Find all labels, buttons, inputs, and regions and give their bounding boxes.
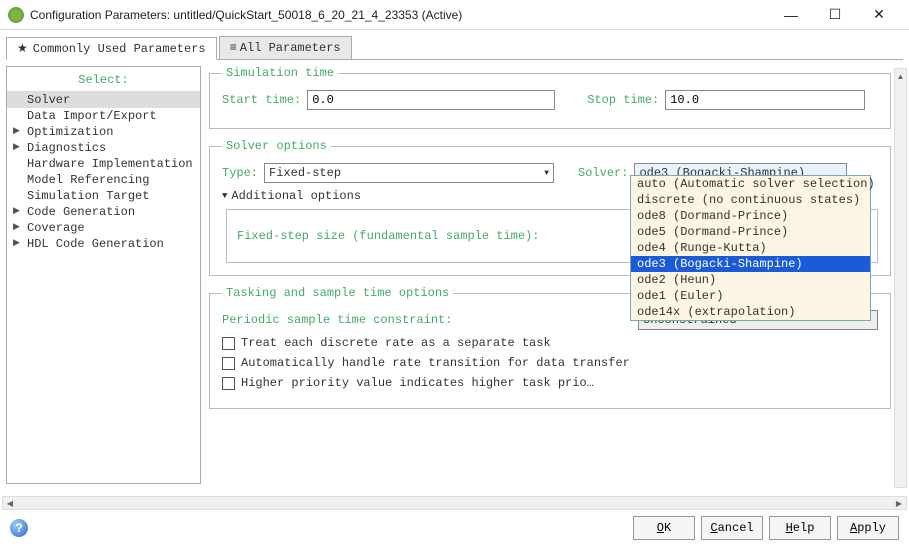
star-icon: ★ (17, 41, 28, 56)
tab-label: Commonly Used Parameters (33, 42, 206, 56)
scroll-up-icon: ▲ (895, 69, 906, 83)
group-legend: Solver options (222, 139, 331, 153)
start-time-label: Start time: (222, 93, 301, 107)
chevron-right-icon: ▶ (13, 126, 20, 136)
type-dropdown[interactable]: Fixed-step ▼ (264, 163, 554, 183)
fixed-step-label: Fixed-step size (fundamental sample time… (237, 229, 639, 243)
stop-time-input[interactable] (665, 90, 865, 110)
checkbox-label: Automatically handle rate transition for… (241, 356, 630, 370)
start-time-input[interactable] (307, 90, 555, 110)
solver-option[interactable]: ode2 (Heun) (631, 272, 870, 288)
solver-option[interactable]: auto (Automatic solver selection) (631, 176, 870, 192)
btn-label: K (664, 521, 671, 535)
solver-label: Solver: (578, 166, 628, 180)
help-icon[interactable]: ? (10, 519, 28, 537)
stop-time-label: Stop time: (587, 93, 659, 107)
apply-button[interactable]: Apply (837, 516, 899, 540)
tree-item-diagnostics[interactable]: ▶Diagnostics (7, 140, 200, 156)
footer: ? OK Cancel Help Apply (0, 510, 909, 546)
tree-item-coverage[interactable]: ▶Coverage (7, 220, 200, 236)
help-button[interactable]: Help (769, 516, 831, 540)
checkbox-rate-transition[interactable]: Automatically handle rate transition for… (222, 356, 878, 370)
tree-item-optimization[interactable]: ▶Optimization (7, 124, 200, 140)
chevron-right-icon: ▶ (13, 238, 20, 248)
solver-option[interactable]: ode1 (Euler) (631, 288, 870, 304)
app-icon (8, 7, 24, 23)
group-legend: Simulation time (222, 66, 338, 80)
tab-all-parameters[interactable]: ≡ All Parameters (219, 36, 352, 59)
tab-commonly-used[interactable]: ★ Commonly Used Parameters (6, 37, 217, 60)
window-title: Configuration Parameters: untitled/Quick… (30, 8, 769, 22)
scroll-right-icon: ▶ (892, 499, 906, 508)
chevron-right-icon: ▶ (13, 222, 20, 232)
solver-dropdown-list[interactable]: auto (Automatic solver selection) discre… (630, 175, 871, 321)
type-value: Fixed-step (269, 166, 341, 180)
chevron-right-icon: ▶ (13, 206, 20, 216)
tree-item-solver[interactable]: Solver (7, 92, 200, 108)
triangle-down-icon: ▼ (222, 191, 227, 201)
checkbox-label: Higher priority value indicates higher t… (241, 376, 594, 390)
tab-bar: ★ Commonly Used Parameters ≡ All Paramet… (6, 36, 903, 60)
tree-item-code-gen[interactable]: ▶Code Generation (7, 204, 200, 220)
solver-option[interactable]: discrete (no continuous states) (631, 192, 870, 208)
close-button[interactable]: ✕ (857, 1, 901, 29)
vertical-scrollbar[interactable]: ▲ (894, 68, 907, 488)
type-label: Type: (222, 166, 258, 180)
titlebar: Configuration Parameters: untitled/Quick… (0, 0, 909, 30)
checkbox-icon (222, 357, 235, 370)
caret-down-icon: ▼ (544, 169, 549, 178)
solver-option[interactable]: ode14x (extrapolation) (631, 304, 870, 320)
checkbox-icon (222, 337, 235, 350)
category-tree: Select: Solver Data Import/Export ▶Optim… (6, 66, 201, 484)
additional-options-label: Additional options (231, 189, 361, 203)
tree-item-hardware[interactable]: Hardware Implementation (7, 156, 200, 172)
tree-item-data-import-export[interactable]: Data Import/Export (7, 108, 200, 124)
periodic-label: Periodic sample time constraint: (222, 313, 632, 327)
horizontal-scrollbar[interactable]: ◀ ▶ (2, 496, 907, 510)
chevron-right-icon: ▶ (13, 142, 20, 152)
solver-options-group: Solver options Type: Fixed-step ▼ Solver… (209, 139, 891, 276)
tree-header: Select: (7, 71, 200, 92)
solver-panel: Simulation time Start time: Stop time: S… (209, 66, 891, 484)
checkbox-priority[interactable]: Higher priority value indicates higher t… (222, 376, 878, 390)
group-legend: Tasking and sample time options (222, 286, 453, 300)
cancel-button[interactable]: Cancel (701, 516, 763, 540)
checkbox-label: Treat each discrete rate as a separate t… (241, 336, 551, 350)
simulation-time-group: Simulation time Start time: Stop time: (209, 66, 891, 129)
ok-button[interactable]: OK (633, 516, 695, 540)
checkbox-icon (222, 377, 235, 390)
tree-item-model-ref[interactable]: Model Referencing (7, 172, 200, 188)
scroll-left-icon: ◀ (3, 499, 17, 508)
solver-option[interactable]: ode8 (Dormand-Prince) (631, 208, 870, 224)
maximize-button[interactable]: ☐ (813, 1, 857, 29)
solver-option-selected[interactable]: ode3 (Bogacki-Shampine) (631, 256, 870, 272)
tree-item-sim-target[interactable]: Simulation Target (7, 188, 200, 204)
checkbox-discrete-rate[interactable]: Treat each discrete rate as a separate t… (222, 336, 878, 350)
tree-item-hdl[interactable]: ▶HDL Code Generation (7, 236, 200, 252)
tab-label: All Parameters (240, 41, 341, 55)
solver-option[interactable]: ode4 (Runge-Kutta) (631, 240, 870, 256)
solver-option[interactable]: ode5 (Dormand-Prince) (631, 224, 870, 240)
minimize-button[interactable]: — (769, 1, 813, 29)
list-icon: ≡ (230, 41, 235, 55)
